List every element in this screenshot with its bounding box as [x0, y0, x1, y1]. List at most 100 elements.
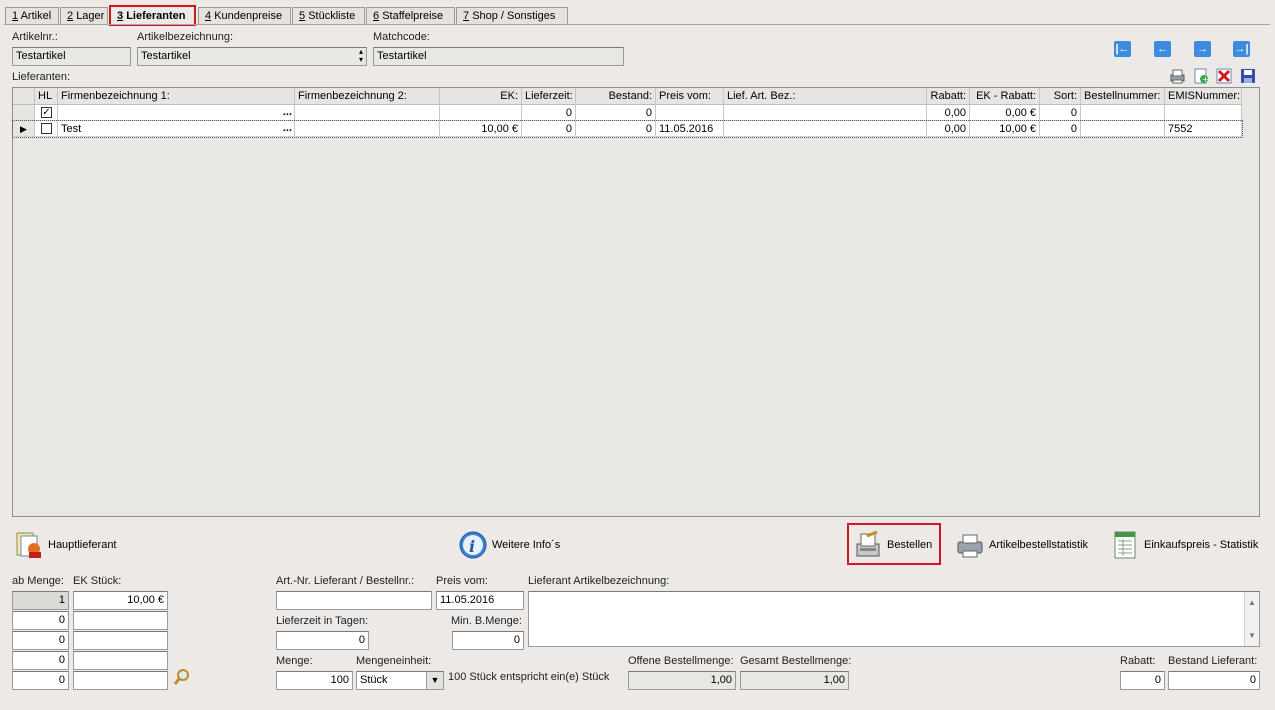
col-firma2[interactable]: Firmenbezeichnung 2: — [295, 88, 440, 104]
hl-cell[interactable]: ✓ — [35, 105, 58, 121]
artnr-lieferant-field[interactable] — [276, 591, 432, 610]
ek-rabatt-cell[interactable]: 10,00 € — [970, 121, 1040, 137]
bestellen-button[interactable]: Bestellen — [853, 528, 932, 562]
search-icon[interactable] — [173, 668, 191, 686]
artikelnr-field[interactable]: Testartikel — [12, 47, 131, 66]
col-bestellnummer[interactable]: Bestellnummer: — [1081, 88, 1165, 104]
ek-rabatt-cell[interactable]: 0,00 € — [970, 105, 1040, 121]
col-ek-rabatt[interactable]: EK - Rabatt: — [970, 88, 1040, 104]
new-document-icon[interactable]: + — [1193, 68, 1209, 84]
ek-cell[interactable] — [440, 105, 522, 121]
col-hl[interactable]: HL — [35, 88, 58, 104]
col-sort[interactable]: Sort: — [1040, 88, 1081, 104]
sort-cell[interactable]: 0 — [1040, 121, 1081, 137]
col-firma1[interactable]: Firmenbezeichnung 1: — [58, 88, 295, 104]
col-lief-art-bez[interactable]: Lief. Art. Bez.: — [724, 88, 927, 104]
save-icon[interactable] — [1240, 68, 1256, 84]
lief-art-bez-cell[interactable] — [724, 105, 927, 121]
ab-menge-field[interactable]: 0 — [12, 631, 69, 650]
ek-stueck-field[interactable] — [73, 611, 168, 630]
ab-menge-field[interactable]: 1 — [12, 591, 69, 610]
ab-menge-field[interactable]: 0 — [12, 651, 69, 670]
bestellnummer-cell[interactable] — [1081, 121, 1165, 137]
col-bestand[interactable]: Bestand: — [576, 88, 656, 104]
preis-vom-cell[interactable]: 11.05.2016 — [656, 121, 724, 137]
emis-cell[interactable]: 7552 — [1165, 121, 1242, 137]
last-record-icon[interactable]: →| — [1233, 41, 1250, 57]
ellipsis-button[interactable]: ... — [283, 105, 292, 119]
rabatt-cell[interactable]: 0,00 — [927, 105, 970, 121]
tab-lieferanten[interactable]: 3 Lieferanten — [109, 5, 196, 26]
sort-cell[interactable]: 0 — [1040, 105, 1081, 121]
lieferzeit-cell[interactable]: 0 — [522, 105, 576, 121]
col-lieferzeit[interactable]: Lieferzeit: — [522, 88, 576, 104]
col-emis[interactable]: EMISNummer: — [1165, 88, 1242, 104]
ek-stueck-field[interactable] — [73, 651, 168, 670]
artikelbestellstatistik-button[interactable]: Artikelbestellstatistik — [955, 528, 1088, 562]
preis-vom-cell[interactable] — [656, 105, 724, 121]
bestand-cell[interactable]: 0 — [576, 121, 656, 137]
menge-hint: 100 Stück entspricht ein(e) Stück — [448, 671, 610, 683]
table-row[interactable]: ▶ Test... 10,00 € 0 0 11.05.2016 0,00 10… — [12, 120, 1243, 138]
current-row-indicator-icon: ▶ — [13, 121, 35, 137]
firma2-cell[interactable] — [295, 121, 440, 137]
col-ek[interactable]: EK: — [440, 88, 522, 104]
rabatt-label: Rabatt: — [1120, 655, 1156, 667]
bestand-cell[interactable]: 0 — [576, 105, 656, 121]
hl-cell[interactable] — [35, 121, 58, 137]
hl-checkbox[interactable]: ✓ — [41, 107, 52, 118]
artikelbezeichnung-field[interactable]: Testartikel ▴ ▾ — [137, 47, 367, 66]
einkaufspreis-statistik-button[interactable]: Einkaufspreis - Statistik — [1110, 528, 1258, 562]
ek-stueck-field[interactable]: 10,00 € — [73, 591, 168, 610]
rabatt-field[interactable]: 0 — [1120, 671, 1165, 690]
firma1-cell[interactable]: Test... — [58, 121, 295, 137]
svg-text:i: i — [469, 537, 475, 556]
hl-checkbox[interactable] — [41, 123, 52, 134]
next-record-icon[interactable]: → — [1194, 41, 1211, 57]
tab-lager[interactable]: 2 Lager — [60, 7, 108, 24]
ab-menge-field[interactable]: 0 — [12, 671, 69, 690]
spreadsheet-stats-icon — [1110, 530, 1140, 560]
emis-cell[interactable] — [1165, 105, 1242, 121]
min-bmenge-field[interactable]: 0 — [452, 631, 524, 650]
ellipsis-button[interactable]: ... — [283, 121, 292, 135]
weitere-infos-button[interactable]: i Weitere Info´s — [458, 528, 560, 562]
tab-stueckliste[interactable]: 5 Stückliste — [292, 7, 365, 24]
bestellnummer-cell[interactable] — [1081, 105, 1165, 121]
lief-art-bez-cell[interactable] — [724, 121, 927, 137]
hauptlieferant-button[interactable]: Hauptlieferant — [14, 528, 117, 562]
firma2-cell[interactable] — [295, 105, 440, 121]
tab-artikel[interactable]: 1 Artikel — [5, 7, 59, 24]
ek-stueck-field[interactable] — [73, 671, 168, 690]
lieferanten-grid: HL Firmenbezeichnung 1: Firmenbezeichnun… — [12, 87, 1260, 517]
ek-cell[interactable]: 10,00 € — [440, 121, 522, 137]
lieferant-artikelbezeichnung-textarea[interactable]: ▲ ▼ — [528, 591, 1260, 647]
matchcode-field[interactable]: Testartikel — [373, 47, 624, 66]
print-icon[interactable] — [1169, 69, 1186, 84]
min-bmenge-label: Min. B.Menge: — [451, 615, 522, 627]
col-rabatt[interactable]: Rabatt: — [927, 88, 970, 104]
grid-header: HL Firmenbezeichnung 1: Firmenbezeichnun… — [13, 88, 1242, 105]
lieferzeit-cell[interactable]: 0 — [522, 121, 576, 137]
firma1-cell[interactable]: ... — [58, 105, 295, 121]
chevron-down-icon[interactable]: ▼ — [426, 672, 443, 689]
ek-stueck-label: EK Stück: — [73, 575, 122, 587]
prev-record-icon[interactable]: ← — [1154, 41, 1171, 57]
menge-field[interactable]: 100 — [276, 671, 353, 690]
col-preis-vom[interactable]: Preis vom: — [656, 88, 724, 104]
lieferzeit-tagen-field[interactable]: 0 — [276, 631, 369, 650]
preis-vom-field[interactable]: 11.05.2016 — [436, 591, 524, 610]
delete-icon[interactable] — [1216, 68, 1232, 84]
rabatt-cell[interactable]: 0,00 — [927, 121, 970, 137]
ek-stueck-field[interactable] — [73, 631, 168, 650]
textarea-scrollbar[interactable]: ▲ ▼ — [1244, 592, 1259, 646]
bestand-lieferant-field[interactable]: 0 — [1168, 671, 1260, 690]
tab-kundenpreise[interactable]: 4 Kundenpreise — [198, 7, 291, 24]
spin-icon[interactable]: ▴ ▾ — [359, 48, 363, 64]
table-row[interactable]: ✓ ... 0 0 0,00 0,00 € 0 — [13, 105, 1242, 121]
mengeneinheit-select[interactable]: Stück ▼ — [356, 671, 444, 690]
tab-shop-sonstiges[interactable]: 7 Shop / Sonstiges — [456, 7, 568, 24]
first-record-icon[interactable]: |← — [1114, 41, 1131, 57]
tab-staffelpreise[interactable]: 6 Staffelpreise — [366, 7, 455, 24]
ab-menge-field[interactable]: 0 — [12, 611, 69, 630]
